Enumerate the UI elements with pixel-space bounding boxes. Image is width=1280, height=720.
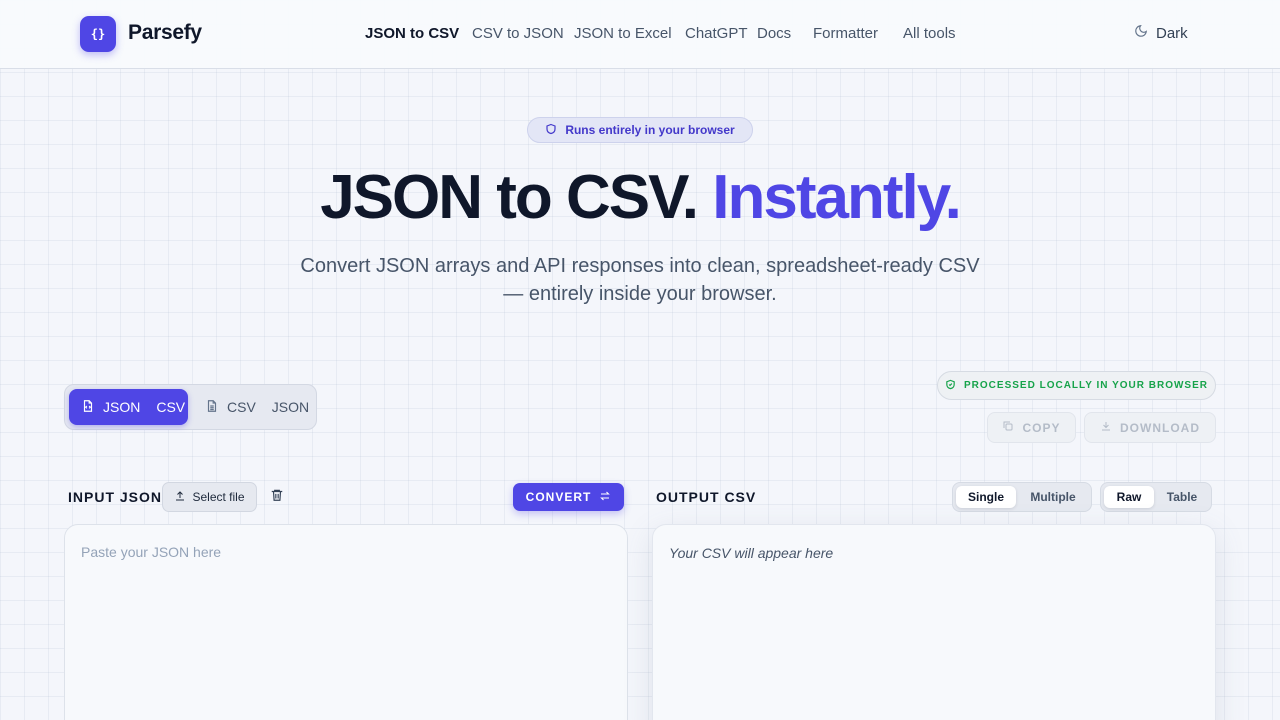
conversion-mode-switch: JSON CSV CSV JSON: [64, 384, 317, 430]
output-mode-toggle: Single Multiple: [952, 482, 1092, 512]
trash-icon: [270, 487, 284, 508]
copy-button[interactable]: COPY: [987, 412, 1076, 443]
nav-csv-to-json[interactable]: CSV to JSON: [472, 25, 564, 42]
browser-only-pill: Runs entirely in your browser: [527, 117, 753, 143]
json-input[interactable]: [65, 525, 627, 720]
mode-from-label: CSV: [227, 399, 256, 415]
page-title: JSON to CSV. Instantly.: [0, 160, 1280, 236]
mode-to-label: JSON: [271, 399, 310, 415]
file-code-icon: [81, 399, 95, 416]
nav-all-tools[interactable]: All tools: [903, 25, 956, 42]
output-view-raw[interactable]: Raw: [1104, 486, 1154, 508]
mode-to-label: CSV: [156, 399, 186, 415]
mode-csv-to-json-button[interactable]: CSV JSON: [193, 389, 313, 425]
csv-output-placeholder: Your CSV will appear here: [669, 545, 834, 561]
nav-json-to-csv[interactable]: JSON to CSV: [365, 25, 459, 42]
download-button[interactable]: DOWNLOAD: [1084, 412, 1216, 443]
file-sheet-icon: [205, 399, 219, 416]
mode-from-label: JSON: [103, 399, 141, 415]
select-file-button[interactable]: Select file: [162, 482, 257, 512]
convert-button[interactable]: CONVERT: [513, 483, 624, 511]
logo-icon[interactable]: {}: [80, 16, 116, 52]
output-view-table[interactable]: Table: [1155, 486, 1209, 508]
nav-docs[interactable]: Docs: [757, 25, 791, 42]
processed-locally-badge: PROCESSED LOCALLY IN YOUR BROWSER: [937, 371, 1216, 400]
download-icon: [1100, 420, 1112, 435]
top-navbar: {} Parsefy JSON to CSV CSV to JSON JSON …: [0, 0, 1280, 69]
title-accent: Instantly.: [712, 163, 962, 232]
shield-check-icon: [945, 379, 956, 393]
pill-text: Runs entirely in your browser: [565, 123, 735, 137]
output-csv-panel: Your CSV will appear here: [652, 524, 1216, 720]
theme-toggle-label: Dark: [1156, 24, 1188, 42]
output-section-label: OUTPUT CSV: [656, 489, 757, 505]
copy-icon: [1002, 420, 1014, 435]
nav-chatgpt[interactable]: ChatGPT: [685, 25, 748, 42]
swap-icon: [599, 490, 611, 505]
upload-icon: [174, 490, 186, 505]
download-label: DOWNLOAD: [1120, 420, 1200, 435]
mode-json-to-csv-button[interactable]: JSON CSV: [69, 389, 188, 425]
brand-name[interactable]: Parsefy: [128, 21, 202, 45]
page-subtitle: Convert JSON arrays and API responses in…: [300, 255, 980, 305]
convert-label: CONVERT: [525, 490, 592, 504]
badge-text: PROCESSED LOCALLY IN YOUR BROWSER: [964, 380, 1208, 391]
output-mode-multiple[interactable]: Multiple: [1017, 486, 1089, 508]
nav-json-to-excel[interactable]: JSON to Excel: [574, 25, 672, 42]
moon-icon: [1134, 24, 1148, 42]
copy-label: COPY: [1022, 420, 1061, 435]
shield-icon: [545, 123, 557, 138]
input-json-panel: [64, 524, 628, 720]
clear-input-button[interactable]: [268, 487, 286, 507]
input-section-label: INPUT JSON: [68, 489, 163, 505]
nav-formatter[interactable]: Formatter: [813, 25, 878, 42]
output-view-toggle: Raw Table: [1100, 482, 1212, 512]
select-file-label: Select file: [192, 490, 245, 504]
output-mode-single[interactable]: Single: [956, 486, 1016, 508]
title-main: JSON to CSV.: [320, 163, 699, 232]
theme-toggle-button[interactable]: Dark: [1134, 24, 1188, 42]
